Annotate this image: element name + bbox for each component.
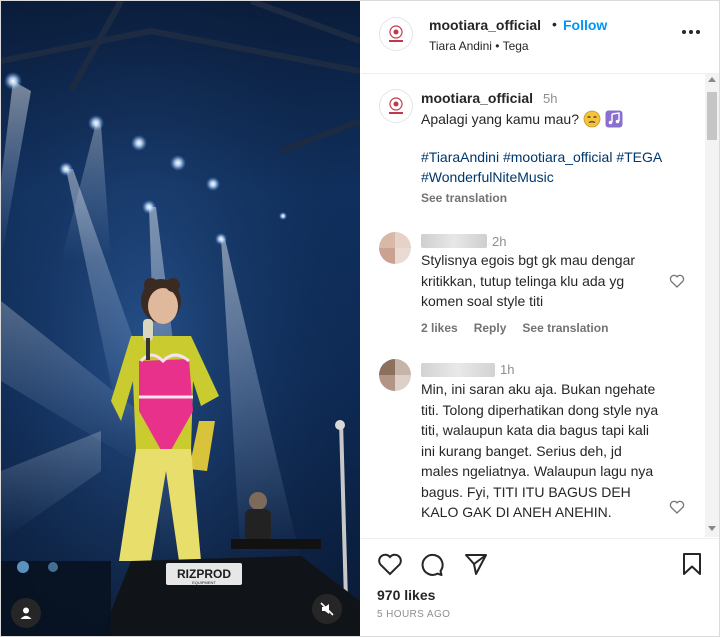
blurred-avatar-icon: [379, 232, 411, 264]
post-actions-bar: 970 likes 5 HOURS AGO: [361, 538, 719, 636]
comment-timestamp[interactable]: 1h: [500, 362, 514, 377]
comment-username-blurred[interactable]: [421, 234, 487, 248]
comment-see-translation[interactable]: See translation: [522, 321, 608, 335]
comment-reply-button[interactable]: Reply: [474, 321, 507, 335]
musical-notes-icon: [605, 110, 623, 128]
caption-hashtags: #TiaraAndini #mootiara_official #TEGA #W…: [421, 147, 691, 187]
user-tag-icon: [20, 607, 32, 619]
comment-username-blurred[interactable]: [421, 363, 495, 377]
author-username[interactable]: mootiara_official: [429, 17, 541, 33]
caption-text: Apalagi yang kamu mau?: [421, 110, 623, 128]
audio-attribution[interactable]: Tiara Andini • Tega: [429, 39, 529, 53]
comment-text: Stylisnya egois bgt gk mau dengar kritik…: [421, 252, 636, 309]
hashtags-line-2[interactable]: #WonderfulNiteMusic: [421, 167, 691, 187]
heart-icon[interactable]: [669, 273, 685, 289]
tagged-users-button[interactable]: [11, 598, 41, 628]
comment-timestamp[interactable]: 2h: [492, 234, 506, 249]
concert-stage-scene: RIZPROD EQUIPMENT: [1, 1, 360, 636]
caption-username[interactable]: mootiara_official: [421, 90, 533, 106]
comment-avatar[interactable]: [379, 359, 411, 391]
scroll-up-arrow[interactable]: [708, 77, 716, 82]
comment-text: Min, ini saran aku aja. Bukan ngehate ti…: [421, 381, 659, 520]
mootiara-logo-icon: [389, 97, 403, 114]
unamused-face-icon: [583, 110, 601, 128]
blurred-avatar-icon: [379, 359, 411, 391]
post-details-panel: mootiara_official • Follow Tiara Andini …: [361, 1, 719, 636]
instagram-post-modal: RIZPROD EQUIPMENT mootiara_official • Fo…: [0, 0, 720, 637]
follow-button[interactable]: Follow: [563, 17, 607, 33]
scroll-down-arrow[interactable]: [708, 526, 716, 531]
caption-see-translation[interactable]: See translation: [421, 191, 507, 205]
caption-body: Apalagi yang kamu mau?: [421, 111, 579, 127]
share-icon[interactable]: [463, 551, 489, 577]
post-photo[interactable]: RIZPROD EQUIPMENT: [1, 1, 360, 636]
heart-icon[interactable]: [377, 551, 403, 577]
speaker-sub: EQUIPMENT: [192, 580, 216, 585]
bookmark-icon[interactable]: [679, 551, 705, 577]
caption-timestamp[interactable]: 5h: [543, 91, 557, 106]
speaker-brand: RIZPROD: [177, 567, 231, 581]
post-time-ago[interactable]: 5 HOURS AGO: [377, 609, 450, 620]
audio-toggle-button[interactable]: [312, 594, 342, 624]
mootiara-logo-icon: [389, 25, 403, 42]
post-header: mootiara_official • Follow Tiara Andini …: [361, 1, 719, 74]
header-separator: •: [552, 16, 557, 32]
caption-avatar[interactable]: [379, 89, 413, 123]
comment-likes[interactable]: 2 likes: [421, 321, 458, 335]
comment-avatar[interactable]: [379, 232, 411, 264]
muted-audio-icon: [320, 602, 334, 616]
comment-actions: 2 likes Reply See translation: [421, 321, 608, 335]
comment-icon[interactable]: [419, 551, 445, 577]
hashtags-line-1[interactable]: #TiaraAndini #mootiara_official #TEGA: [421, 147, 691, 167]
comments-scrollbar[interactable]: [705, 74, 719, 537]
comments-section[interactable]: mootiara_official 5h Apalagi yang kamu m…: [361, 74, 705, 537]
scroll-thumb[interactable]: [707, 92, 717, 140]
likes-count[interactable]: 970 likes: [377, 587, 435, 603]
more-options-icon[interactable]: [681, 27, 701, 37]
heart-icon[interactable]: [669, 499, 685, 515]
author-avatar[interactable]: [379, 17, 413, 51]
